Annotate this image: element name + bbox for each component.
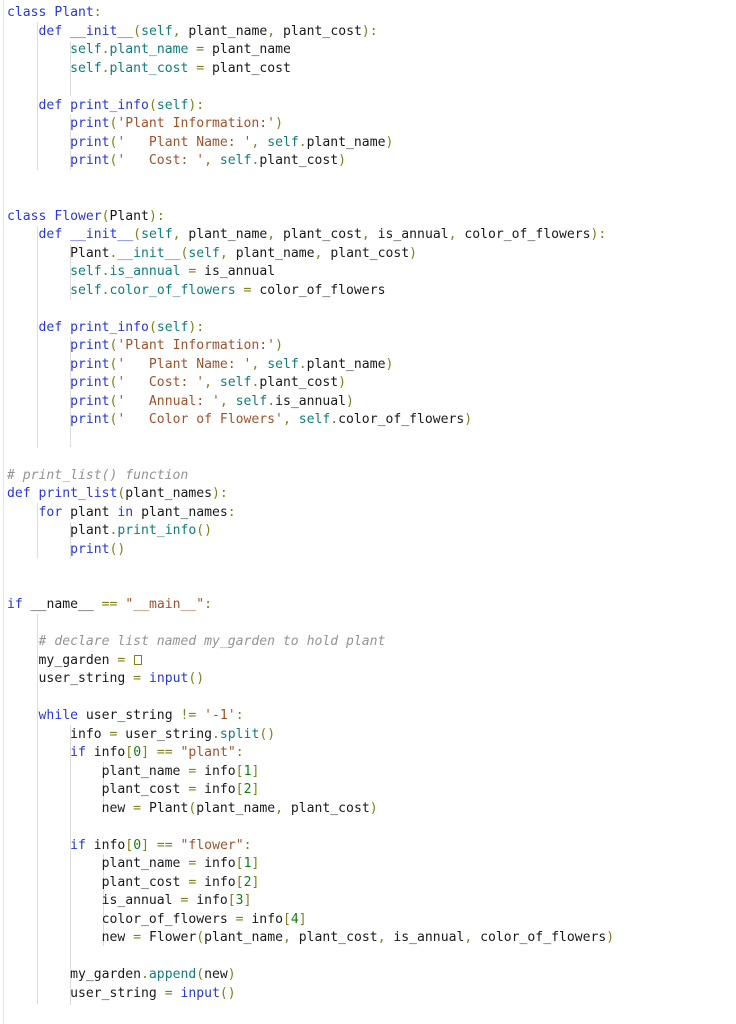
code-line: print(' Color of Flowers', self.color_of… <box>70 412 473 427</box>
code-line: if info[0] == "plant": <box>70 745 244 760</box>
code-line: def __init__(self, plant_name, plant_cos… <box>38 227 607 242</box>
code-line-comment: # declare list named my_garden to hold p… <box>38 634 386 649</box>
code-line: print('Plant Information:') <box>70 338 283 353</box>
code-line: is_annual = info[3] <box>101 893 252 908</box>
code-line: self.plant_cost = plant_cost <box>70 60 291 76</box>
code-line: while user_string != '-1': <box>38 708 244 723</box>
code-content[interactable]: class Plant: def __init__(self, plant_na… <box>7 4 736 1003</box>
code-line: self.plant_name = plant_name <box>70 42 291 57</box>
code-line: self.is_annual = is_annual <box>70 264 276 279</box>
code-line: user_string = input() <box>38 671 205 686</box>
code-line: def __init__(self, plant_name, plant_cos… <box>38 23 378 39</box>
code-line: Plant.__init__(self, plant_name, plant_c… <box>70 245 418 261</box>
code-line: plant_cost = info[2] <box>101 874 260 890</box>
code-line: print(' Plant Name: ', self.plant_name) <box>70 134 394 150</box>
code-line: print(' Annual: ', self.is_annual) <box>70 393 354 409</box>
code-line: class Flower(Plant): <box>7 208 165 224</box>
code-line: if info[0] == "flower": <box>70 837 252 853</box>
code-line: if __name__ == "__main__": <box>7 597 213 612</box>
code-line: new = Plant(plant_name, plant_cost) <box>101 800 378 816</box>
empty-list-glyph <box>134 654 143 665</box>
code-line: print(' Cost: ', self.plant_cost) <box>70 153 347 168</box>
code-line: user_string = input() <box>70 985 236 1001</box>
code-line: new = Flower(plant_name, plant_cost, is_… <box>101 930 615 945</box>
gutter-rule <box>3 0 4 1024</box>
code-line: print(' Plant Name: ', self.plant_name) <box>70 356 394 372</box>
code-line: print() <box>70 541 126 557</box>
code-line: info = user_string.split() <box>70 726 276 742</box>
code-line: def print_info(self): <box>38 97 205 113</box>
code-line: self.color_of_flowers = color_of_flowers <box>70 282 386 298</box>
code-line: my_garden = <box>7 652 736 671</box>
code-line: color_of_flowers = info[4] <box>101 911 307 927</box>
code-line: plant_cost = info[2] <box>101 782 260 797</box>
code-editor[interactable]: class Plant: def __init__(self, plant_na… <box>0 0 736 1024</box>
code-line: print('Plant Information:') <box>70 116 283 131</box>
code-line: plant_name = info[1] <box>101 763 260 779</box>
code-line: my_garden.append(new) <box>70 967 236 982</box>
code-line: def print_info(self): <box>38 319 205 335</box>
code-line-comment: # print_list() function <box>7 467 189 483</box>
code-line: print(' Cost: ', self.plant_cost) <box>70 375 347 390</box>
code-line: def print_list(plant_names): <box>7 486 228 501</box>
code-line: class Plant: <box>7 5 102 20</box>
code-line: plant_name = info[1] <box>101 856 260 871</box>
code-line: plant.print_info() <box>70 523 213 538</box>
code-line: for plant in plant_names: <box>38 504 236 520</box>
